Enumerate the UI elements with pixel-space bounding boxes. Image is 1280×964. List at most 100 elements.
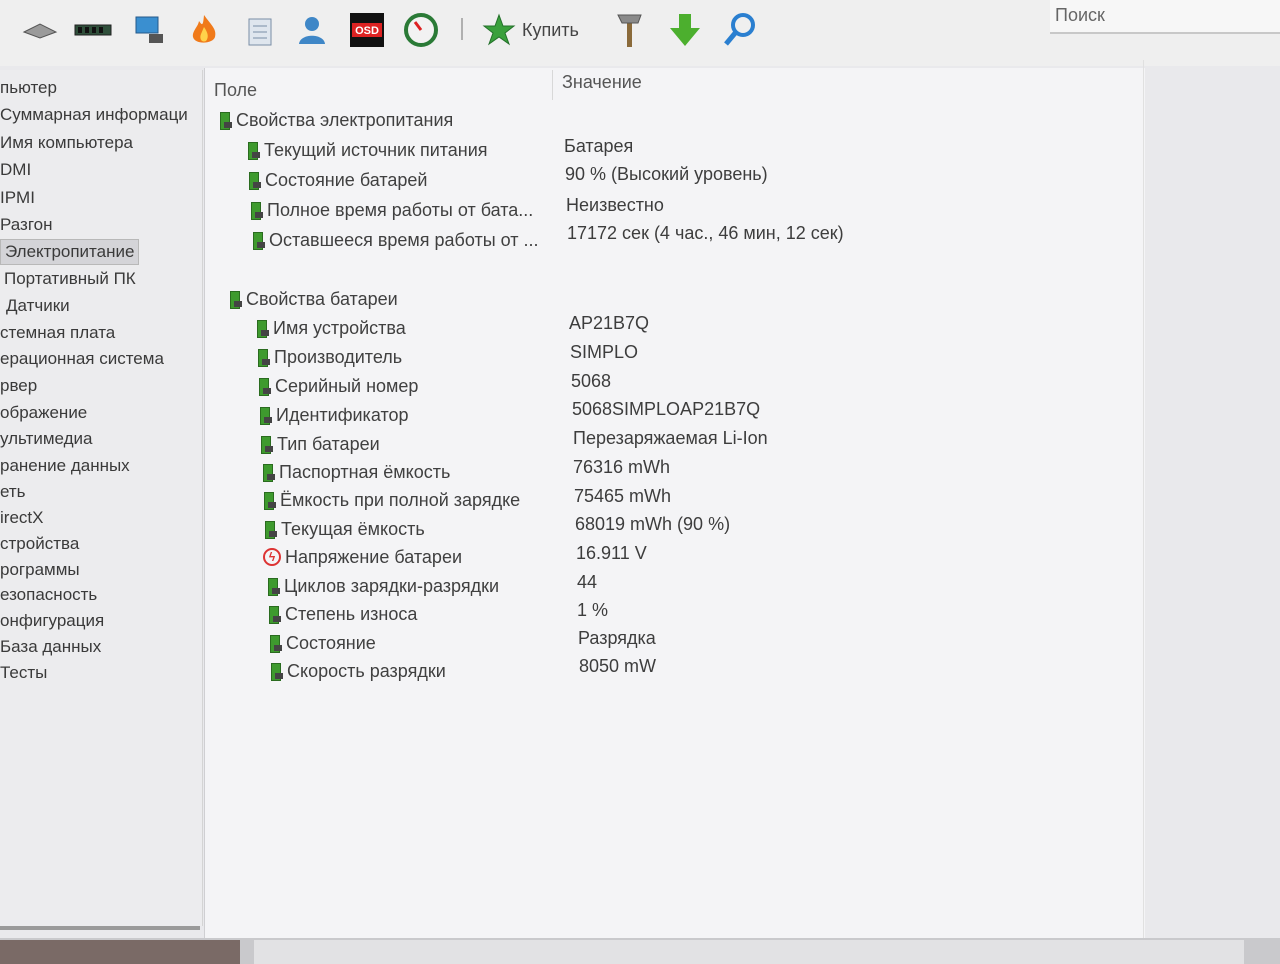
sidebar-item-benchmark[interactable]: Тесты — [0, 661, 47, 685]
field-value: Батарея — [564, 136, 634, 156]
battery-icon — [258, 405, 272, 425]
field-value: 90 % (Высокий уровень) — [565, 164, 768, 184]
sidebar-item-devices[interactable]: стройства — [0, 532, 79, 556]
table-row[interactable]: Текущий источник питания — [246, 138, 488, 162]
sidebar-item-ipmi[interactable]: IPMI — [0, 186, 35, 210]
field-value: 44 — [577, 572, 598, 592]
battery-icon — [261, 462, 275, 482]
column-header-value[interactable]: Значение — [562, 72, 642, 93]
field-label: Напряжение батареи — [285, 546, 463, 567]
horizontal-scrollbar[interactable] — [254, 940, 1244, 964]
table-row[interactable]: Идентификатор — [258, 403, 409, 427]
search-input[interactable] — [1050, 0, 1275, 30]
buy-label: Купить — [522, 19, 579, 40]
field-value: 68019 mWh (90 %) — [575, 514, 731, 534]
status-bar-left — [0, 940, 240, 964]
search-box[interactable] — [1050, 0, 1280, 34]
field-value: Перезаряжаемая Li-Ion — [573, 428, 768, 448]
sidebar-item-directx[interactable]: irectX — [0, 506, 43, 530]
sidebar-item-portable-pc[interactable]: Портативный ПК — [4, 267, 136, 291]
column-header-field[interactable]: Поле — [214, 80, 257, 101]
field-label: Состояние — [286, 632, 376, 653]
sidebar-item-power[interactable]: Электропитание — [0, 239, 140, 265]
user-icon[interactable] — [292, 8, 332, 52]
group-battery-properties[interactable]: Свойства батареи — [228, 287, 398, 311]
download-icon[interactable] — [664, 8, 706, 52]
sidebar-item-network[interactable]: еть — [0, 480, 26, 504]
table-row[interactable]: Степень износа — [267, 602, 417, 626]
memory-icon[interactable] — [72, 8, 114, 52]
field-label: Ёмкость при полной зарядке — [280, 489, 521, 510]
sidebar-item-server[interactable]: рвер — [0, 374, 37, 398]
sidebar-item-motherboard[interactable]: стемная плата — [0, 321, 115, 345]
drive-icon[interactable] — [20, 8, 60, 52]
report-icon[interactable] — [240, 8, 280, 52]
field-value: 8050 mW — [579, 656, 657, 676]
buy-star-icon — [482, 13, 516, 46]
battery-icon — [268, 633, 282, 653]
voltage-icon: ϟ — [263, 548, 281, 566]
sidebar-item-config[interactable]: онфигурация — [0, 609, 104, 633]
osd-icon[interactable]: OSD — [347, 8, 387, 52]
field-value: Неизвестно — [566, 195, 664, 215]
battery-icon — [269, 661, 283, 681]
table-row[interactable]: Тип батареи — [259, 432, 380, 456]
sidebar-item-database[interactable]: База данных — [0, 635, 101, 659]
table-row[interactable]: Серийный номер — [257, 374, 418, 398]
battery-icon — [249, 200, 263, 220]
table-row[interactable]: Текущая ёмкость — [263, 517, 425, 541]
table-row[interactable]: ϟ Напряжение батареи — [263, 545, 462, 569]
table-row[interactable]: Состояние — [268, 631, 376, 655]
sidebar-item-overclock[interactable]: Разгон — [0, 213, 53, 237]
sidebar-item-os[interactable]: ерационная система — [0, 347, 164, 371]
sidebar-item-sensors[interactable]: Датчики — [6, 294, 70, 318]
field-value: AP21B7Q — [569, 313, 650, 333]
gauge-icon[interactable] — [400, 8, 442, 52]
group-title: Свойства электропитания — [236, 109, 454, 130]
table-row[interactable]: Ёмкость при полной зарядке — [262, 488, 520, 512]
field-label: Текущий источник питания — [264, 139, 488, 160]
battery-icon — [218, 110, 232, 130]
column-header-separator[interactable] — [552, 70, 553, 100]
search-magnifier-icon[interactable] — [718, 8, 762, 52]
flame-icon[interactable] — [184, 8, 224, 52]
table-row[interactable]: Имя устройства — [255, 316, 406, 340]
sidebar-item-display[interactable]: ображение — [0, 401, 87, 425]
battery-icon — [255, 318, 269, 338]
sidebar-item-security[interactable]: езопасность — [0, 583, 97, 607]
buy-button[interactable]: Купить — [482, 8, 592, 52]
field-label: Тип батареи — [277, 433, 380, 454]
field-value: 76316 mWh — [573, 457, 671, 477]
sidebar-item-software[interactable]: рограммы — [0, 558, 80, 582]
field-value: Разрядка — [578, 628, 656, 648]
group-power-properties[interactable]: Свойства электропитания — [218, 108, 453, 132]
field-label: Серийный номер — [275, 375, 419, 396]
tools-icon[interactable] — [610, 8, 650, 52]
field-label: Скорость разрядки — [287, 660, 446, 681]
toolbar-separator — [461, 18, 463, 40]
network-icon[interactable] — [130, 8, 170, 52]
sidebar-item-storage[interactable]: ранение данных — [0, 454, 130, 478]
field-label: Текущая ёмкость — [281, 518, 425, 539]
battery-icon — [251, 230, 265, 250]
table-row[interactable]: Состояние батарей — [247, 168, 427, 192]
battery-icon — [256, 347, 270, 367]
table-row[interactable]: Скорость разрядки — [269, 659, 446, 683]
field-value: 5068 — [571, 371, 612, 391]
sidebar-item-summary[interactable]: Суммарная информаци — [0, 103, 188, 127]
osd-text: OSD — [355, 25, 379, 37]
table-row[interactable]: Полное время работы от бата... — [249, 198, 533, 222]
field-label: Оставшееся время работы от ... — [269, 229, 539, 250]
sidebar-scrollbar[interactable] — [0, 926, 200, 930]
table-row[interactable]: Паспортная ёмкость — [261, 460, 450, 484]
sidebar-tree: пьютер Суммарная информаци Имя компьютер… — [0, 70, 203, 926]
table-row[interactable]: Производитель — [256, 345, 402, 369]
battery-icon — [259, 434, 273, 454]
sidebar-item-dmi[interactable]: DMI — [0, 158, 31, 182]
field-label: Циклов зарядки-разрядки — [284, 575, 500, 596]
sidebar-item-computer[interactable]: пьютер — [0, 76, 57, 100]
sidebar-item-computer-name[interactable]: Имя компьютера — [0, 131, 133, 155]
table-row[interactable]: Циклов зарядки-разрядки — [266, 574, 499, 598]
sidebar-item-multimedia[interactable]: ультимедиа — [0, 427, 93, 451]
table-row[interactable]: Оставшееся время работы от ... — [251, 228, 539, 252]
